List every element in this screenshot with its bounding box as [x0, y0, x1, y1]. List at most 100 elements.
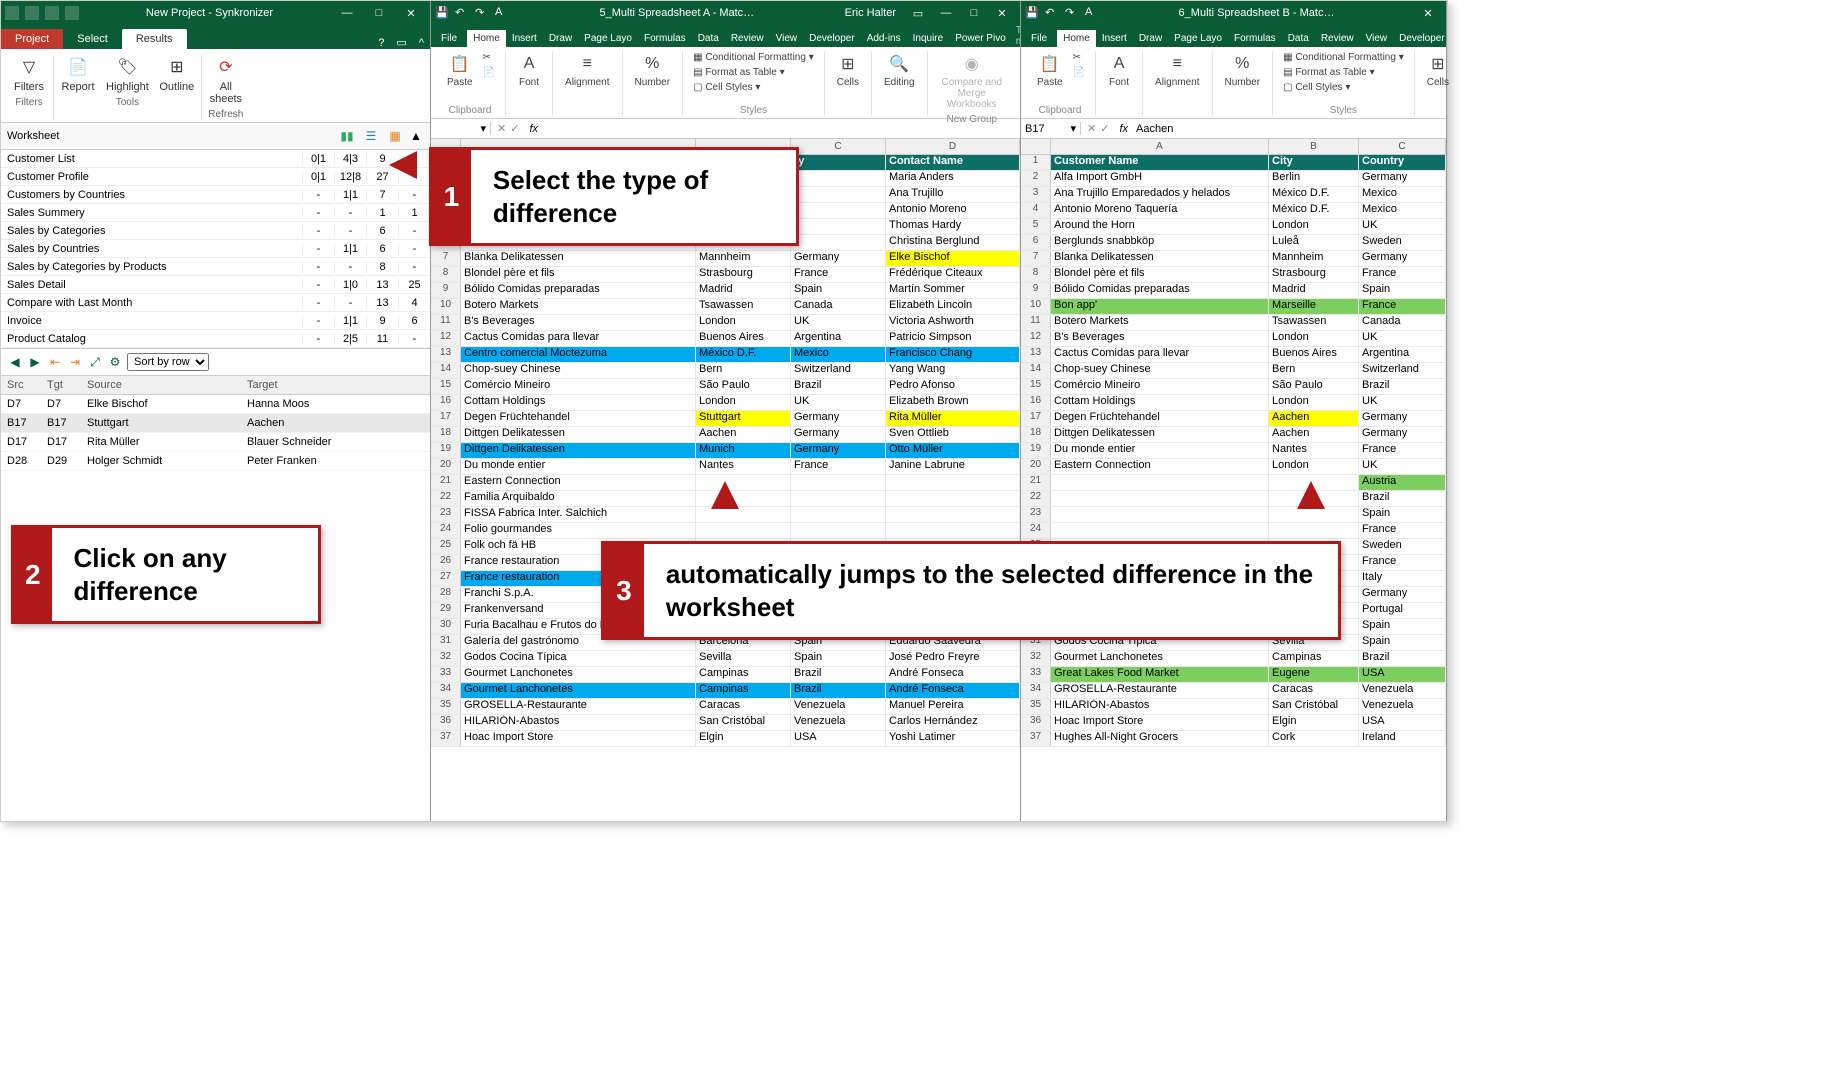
editing-button[interactable]: 🔍Editing: [880, 51, 919, 90]
table-row[interactable]: 37Hoac Import StoreElginUSAYoshi Latimer: [431, 731, 1020, 747]
worksheet-row[interactable]: Invoice-1|196: [1, 312, 430, 330]
cancel-icon[interactable]: ✕: [497, 122, 506, 135]
table-row[interactable]: 33Great Lakes Food MarketEugeneUSA: [1021, 667, 1446, 683]
tell-me[interactable]: 💡 Tell me: [1016, 25, 1020, 47]
diff-row[interactable]: D28D29Holger SchmidtPeter Franken: [1, 452, 430, 471]
icon-panel-layout-3[interactable]: [45, 6, 59, 20]
worksheet-row[interactable]: Sales Summery--11: [1, 204, 430, 222]
outline-button[interactable]: ⊞Outline: [159, 55, 195, 93]
ribbon-tab-page layo[interactable]: Page Layo: [578, 30, 638, 47]
sync-right-button[interactable]: ⇥: [67, 354, 83, 370]
refresh-button[interactable]: ⟳All sheets: [208, 55, 244, 105]
table-row[interactable]: 34GROSELLA-RestauranteCaracasVenezuela: [1021, 683, 1446, 699]
ribbon-tab-review[interactable]: Review: [725, 30, 770, 47]
close-button[interactable]: ✕: [1414, 2, 1442, 24]
ribbon-tab-view[interactable]: View: [1360, 30, 1394, 47]
sync-left-button[interactable]: ⇤: [47, 354, 63, 370]
cell-styles-button[interactable]: ▢ Cell Styles ▾: [1281, 81, 1406, 94]
ribbon-tab-review[interactable]: Review: [1315, 30, 1360, 47]
worksheet-row[interactable]: Compare with Last Month--134: [1, 294, 430, 312]
ribbon-tab-inquire[interactable]: Inquire: [907, 30, 950, 47]
maximize-button[interactable]: □: [364, 2, 394, 24]
table-row[interactable]: 12B's BeveragesLondonUK: [1021, 331, 1446, 347]
icon-panel-layout-2[interactable]: [25, 6, 39, 20]
ribbon-tab-formulas[interactable]: Formulas: [638, 30, 692, 47]
table-row[interactable]: 32Godos Cocina TípicaSevillaSpainJosé Pe…: [431, 651, 1020, 667]
table-row[interactable]: 14Chop-suey ChineseBernSwitzerland: [1021, 363, 1446, 379]
table-row[interactable]: 23FISSA Fabrica Inter. Salchich: [431, 507, 1020, 523]
ribbon-tab-data[interactable]: Data: [1282, 30, 1315, 47]
table-row[interactable]: 13Centro comercial MoctezumaMéxico D.F.M…: [431, 347, 1020, 363]
worksheet-row[interactable]: Customers by Countries-1|17-: [1, 186, 430, 204]
settings-icon[interactable]: ⚙: [107, 354, 123, 370]
ribbon-tab-draw[interactable]: Draw: [1133, 30, 1168, 47]
enter-icon[interactable]: ✓: [1100, 122, 1109, 135]
worksheet-row[interactable]: Sales by Categories--6-: [1, 222, 430, 240]
table-row[interactable]: 18Dittgen DelikatessenAachenGermanySven …: [431, 427, 1020, 443]
redo-icon[interactable]: ↷: [1065, 6, 1079, 20]
ribbon-options-icon[interactable]: ▭: [904, 2, 932, 24]
number-button[interactable]: %Number: [1221, 51, 1265, 90]
table-row[interactable]: 6Berglunds snabbköpLuleåSweden: [1021, 235, 1446, 251]
undo-icon[interactable]: ↶: [455, 6, 469, 20]
table-row[interactable]: 5Around the HornLondonUK: [1021, 219, 1446, 235]
format-as-table-button[interactable]: ▤ Format as Table ▾: [1281, 66, 1406, 79]
paste-button[interactable]: 📋Paste: [443, 51, 477, 90]
table-row[interactable]: 24Folio gourmandes: [431, 523, 1020, 539]
fx-icon[interactable]: fx: [1115, 123, 1132, 135]
table-row[interactable]: 23Spain: [1021, 507, 1446, 523]
maximize-button[interactable]: □: [960, 2, 988, 24]
diff-row[interactable]: D7D7Elke BischofHanna Moos: [1, 395, 430, 414]
ribbon-tab-developer[interactable]: Developer: [1393, 30, 1446, 47]
table-row[interactable]: 13Cactus Comidas para llevarBuenos Aires…: [1021, 347, 1446, 363]
collapse-ribbon-icon[interactable]: ^: [413, 37, 430, 49]
table-row[interactable]: 2Alfa Import GmbHBerlinGermany: [1021, 171, 1446, 187]
scroll-up-icon[interactable]: ▲: [408, 127, 424, 145]
table-row[interactable]: 20Du monde entierNantesFranceJanine Labr…: [431, 459, 1020, 475]
fx-icon[interactable]: fx: [525, 123, 542, 135]
ribbon-tab-home[interactable]: Home: [1057, 30, 1096, 47]
table-row[interactable]: 24France: [1021, 523, 1446, 539]
ribbon-tab-formulas[interactable]: Formulas: [1228, 30, 1282, 47]
ribbon-tab-view[interactable]: View: [770, 30, 804, 47]
excel-b-grid[interactable]: A B C 1 Customer Name City Country 2Alfa…: [1021, 139, 1446, 821]
save-icon[interactable]: 💾: [1025, 6, 1039, 20]
table-row[interactable]: 35HILARIÓN-AbastosSan CristóbalVenezuela: [1021, 699, 1446, 715]
save-icon[interactable]: 💾: [435, 6, 449, 20]
table-row[interactable]: 35GROSELLA-RestauranteCaracasVenezuelaMa…: [431, 699, 1020, 715]
tab-select[interactable]: Select: [63, 29, 122, 49]
ribbon-tab-developer[interactable]: Developer: [803, 30, 861, 47]
help-icon[interactable]: ?: [372, 37, 390, 49]
close-button[interactable]: ✕: [988, 2, 1016, 24]
col-header-a[interactable]: A: [1051, 139, 1269, 154]
cut-icon[interactable]: ✂: [1071, 51, 1087, 64]
table-row[interactable]: 7Blanka DelikatessenMannheimGermany: [1021, 251, 1446, 267]
tab-project[interactable]: Project: [1, 29, 63, 49]
alignment-button[interactable]: ≡Alignment: [561, 51, 613, 90]
name-box[interactable]: B17▾: [1021, 122, 1081, 135]
worksheet-row[interactable]: Sales by Countries-1|16-: [1, 240, 430, 258]
worksheet-row[interactable]: Customer Profile0|112|827-: [1, 168, 430, 186]
col-header-d[interactable]: D: [886, 139, 1020, 154]
table-row[interactable]: 11Botero MarketsTsawassenCanada: [1021, 315, 1446, 331]
table-row[interactable]: 3Ana Trujillo Emparedados y heladosMéxic…: [1021, 187, 1446, 203]
col-header-c[interactable]: C: [1359, 139, 1446, 154]
table-row[interactable]: 22Brazil: [1021, 491, 1446, 507]
ribbon-tab-data[interactable]: Data: [692, 30, 725, 47]
minimize-button[interactable]: —: [932, 2, 960, 24]
excel-a-user[interactable]: Eric Halter: [845, 7, 896, 19]
font-button[interactable]: AFont: [514, 51, 544, 90]
filters-button[interactable]: ▽ Filters: [11, 55, 47, 93]
ribbon-tab-add-ins[interactable]: Add-ins: [861, 30, 907, 47]
table-row[interactable]: 17Degen FrüchtehandelStuttgartGermanyRit…: [431, 411, 1020, 427]
ribbon-tab-home[interactable]: Home: [467, 30, 506, 47]
table-row[interactable]: 37Hughes All-Night GrocersCorkIreland: [1021, 731, 1446, 747]
formula-input[interactable]: Aachen: [1132, 123, 1446, 135]
icon-panel-layout-1[interactable]: [5, 6, 19, 20]
ribbon-tab-power pivo[interactable]: Power Pivo: [949, 30, 1012, 47]
table-row[interactable]: 15Comércio MineiroSão PauloBrazil: [1021, 379, 1446, 395]
table-row[interactable]: 18Dittgen DelikatessenAachenGermany: [1021, 427, 1446, 443]
font-button[interactable]: AFont: [1104, 51, 1134, 90]
conditional-formatting-button[interactable]: ▦ Conditional Formatting ▾: [691, 51, 816, 64]
cells-button[interactable]: ⊞Cells: [833, 51, 863, 90]
